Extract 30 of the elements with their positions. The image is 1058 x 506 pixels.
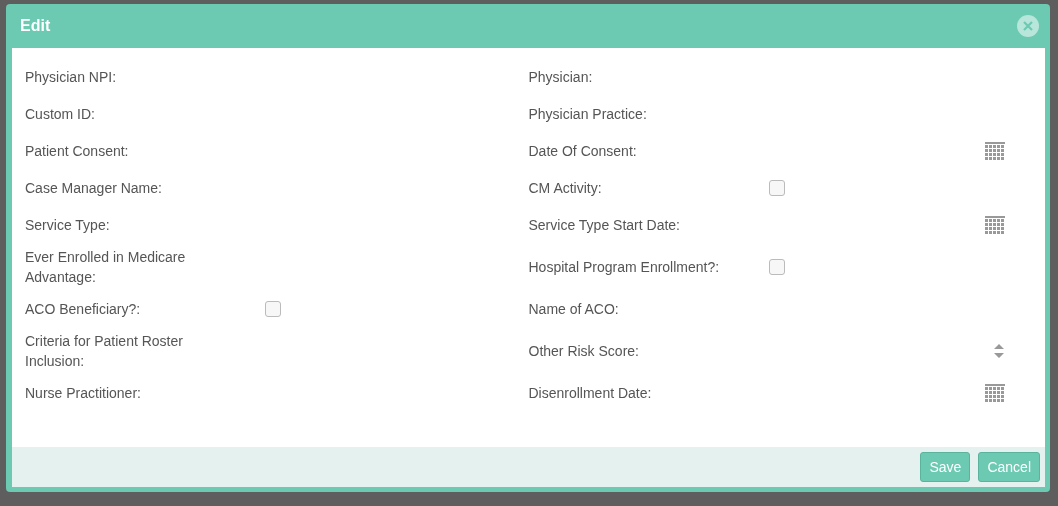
field-label: Service Type Start Date:: [528, 215, 681, 235]
field-label: Hospital Program Enrollment?:: [528, 257, 721, 277]
calendar-icon[interactable]: [985, 383, 1005, 402]
field-label: Ever Enrolled in Medicare Advantage:: [25, 247, 187, 287]
field-label: Patient Consent:: [25, 141, 130, 161]
footer-button[interactable]: Save: [920, 452, 971, 482]
field-label: Physician NPI:: [25, 67, 118, 87]
checkbox[interactable]: [265, 300, 281, 317]
calendar-icon[interactable]: [985, 215, 1005, 234]
spinner-icon[interactable]: [993, 341, 1005, 360]
field-label: ACO Beneficiary?:: [25, 299, 142, 319]
dialog-title: Edit: [20, 16, 51, 36]
field-label: Physician Practice:: [528, 104, 648, 124]
field-label: Date Of Consent:: [528, 141, 638, 161]
checkbox[interactable]: [768, 179, 785, 196]
field-label: Physician:: [528, 67, 594, 87]
field-label: Service Type:: [25, 215, 111, 235]
field-label: Criteria for Patient Roster Inclusion:: [25, 331, 184, 371]
checkbox[interactable]: [768, 258, 785, 275]
close-icon: [1022, 20, 1034, 32]
field-label: Disenrollment Date:: [528, 383, 653, 403]
field-label: Name of ACO:: [528, 299, 620, 319]
field-label: CM Activity:: [528, 178, 603, 198]
close-button[interactable]: [1017, 15, 1039, 37]
field-label: Nurse Practitioner:: [25, 383, 142, 403]
field-label: Case Manager Name:: [25, 178, 163, 198]
field-label: Other Risk Score:: [528, 341, 640, 361]
calendar-icon[interactable]: [985, 141, 1005, 160]
field-label: Custom ID:: [25, 104, 96, 124]
footer-button[interactable]: Cancel: [978, 452, 1040, 482]
